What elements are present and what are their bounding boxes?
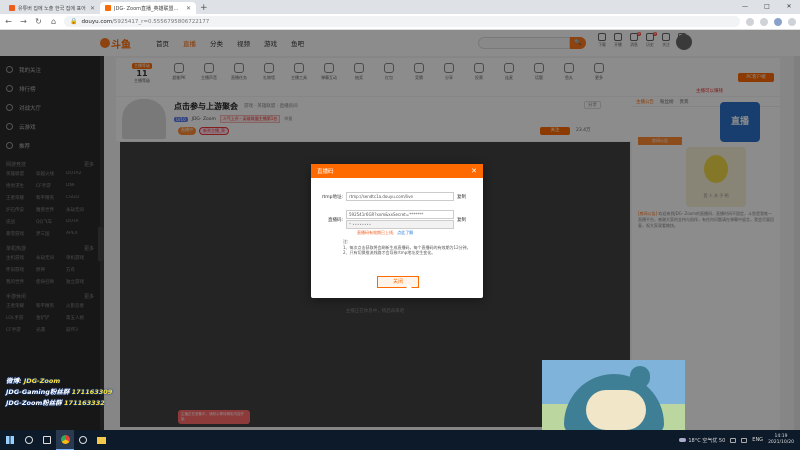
- weather-widget[interactable]: 18°C 空气优 50: [679, 437, 725, 444]
- volume-icon[interactable]: [741, 437, 748, 443]
- back-button[interactable]: ←: [4, 17, 13, 26]
- taskbar-search[interactable]: [20, 430, 38, 450]
- network-icon[interactable]: [730, 437, 737, 443]
- menu-dots-icon[interactable]: [788, 17, 796, 26]
- window-controls: — □ ✕: [734, 0, 800, 14]
- copy-rtmp-button[interactable]: 复制: [457, 194, 466, 200]
- browser-tab-2[interactable]: JDG- Zoom直播_英雄联盟直播 ✕: [100, 2, 196, 14]
- app-icon: [79, 436, 87, 444]
- rtmp-label: rtmp地址:: [321, 194, 343, 200]
- dialog-notes: 注: 1、每次点击获取将会刷新生成直播码，每个直播码的有效期为12分钟。 2、只…: [343, 239, 471, 255]
- extensions-puzzle-icon[interactable]: [760, 17, 768, 26]
- taskbar-app[interactable]: [74, 430, 92, 450]
- reload-button[interactable]: ↻: [34, 17, 43, 26]
- stream-code-field[interactable]: 592541r6GR?xxm&xxSecret=*******: [346, 210, 454, 219]
- rtmp-field[interactable]: rtmp://sendtc1a.douyu.com/live: [346, 192, 454, 201]
- tab-label: 유튜버 집에 노출 한국 집에 표어: [18, 5, 86, 12]
- start-button[interactable]: [0, 430, 20, 450]
- maximize-button[interactable]: □: [756, 0, 778, 14]
- learn-more-link[interactable]: 点此了解: [397, 230, 413, 235]
- address-bar-row: ← → ↻ ⌂ 🔒 douyu.com/5925417_r=0.55567958…: [0, 14, 800, 30]
- url-input[interactable]: 🔒 douyu.com/5925417_r=0.5556795806722177: [64, 16, 740, 27]
- chrome-icon: [60, 435, 70, 444]
- task-view-icon: [43, 436, 51, 444]
- code-warning: 直播码有效期已上线, 点此了解: [357, 230, 414, 235]
- minimize-button[interactable]: —: [734, 0, 756, 14]
- douyu-favicon-icon: [105, 5, 111, 11]
- close-window-button[interactable]: ✕: [778, 0, 800, 14]
- stream-social-overlay: 微博: JDG-Zoom JDG-Gaming粉丝群 171163309 JDG…: [6, 377, 113, 407]
- search-icon: [25, 436, 33, 444]
- url-text: douyu.com/5925417_r=0.5556795806722177: [81, 18, 210, 25]
- browser-tab-1[interactable]: 유튜버 집에 노출 한국 집에 표어 ✕: [4, 2, 100, 14]
- webcam-overlay-snorlax: [542, 360, 685, 430]
- copy-code-button[interactable]: 复制: [457, 217, 466, 223]
- taskbar-chrome[interactable]: [56, 430, 74, 450]
- forward-button[interactable]: →: [19, 17, 28, 26]
- stream-code-dialog: 直播码 ✕ rtmp地址: rtmp://sendtc1a.douyu.com/…: [311, 164, 483, 298]
- folder-icon: [96, 436, 106, 444]
- taskbar-clock[interactable]: 14:19 2021/10/20: [768, 434, 794, 446]
- new-tab-button[interactable]: +: [196, 2, 212, 14]
- dialog-title: 直播码: [317, 169, 334, 175]
- cloud-icon: [679, 437, 687, 442]
- site-favicon-icon: [9, 5, 15, 11]
- browser-toolbar-icons: [746, 17, 796, 26]
- profile-avatar[interactable]: [774, 17, 782, 26]
- tab-label: JDG- Zoom直播_英雄联盟直播: [114, 5, 183, 12]
- taskbar-explorer[interactable]: [92, 430, 110, 450]
- extension-icon[interactable]: [746, 17, 754, 26]
- language-indicator[interactable]: ENG: [752, 437, 763, 443]
- dialog-close-button[interactable]: 关闭: [377, 276, 419, 288]
- home-button[interactable]: ⌂: [49, 17, 58, 26]
- code-label: 直播码:: [327, 217, 343, 223]
- taskbar-task-view[interactable]: [38, 430, 56, 450]
- tab-close-icon[interactable]: ✕: [90, 5, 95, 12]
- windows-logo-icon: [6, 436, 14, 444]
- windows-taskbar: 18°C 空气优 50 ENG 14:19 2021/10/20: [0, 430, 800, 450]
- lock-icon: 🔒: [70, 18, 78, 25]
- dialog-close-icon[interactable]: ✕: [471, 167, 477, 175]
- tab-close-icon[interactable]: ✕: [186, 5, 191, 12]
- browser-tab-strip: 유튜버 집에 노출 한국 집에 표어 ✕ JDG- Zoom直播_英雄联盟直播 …: [0, 0, 800, 14]
- stream-code-blur: * ••••••••: [346, 220, 454, 229]
